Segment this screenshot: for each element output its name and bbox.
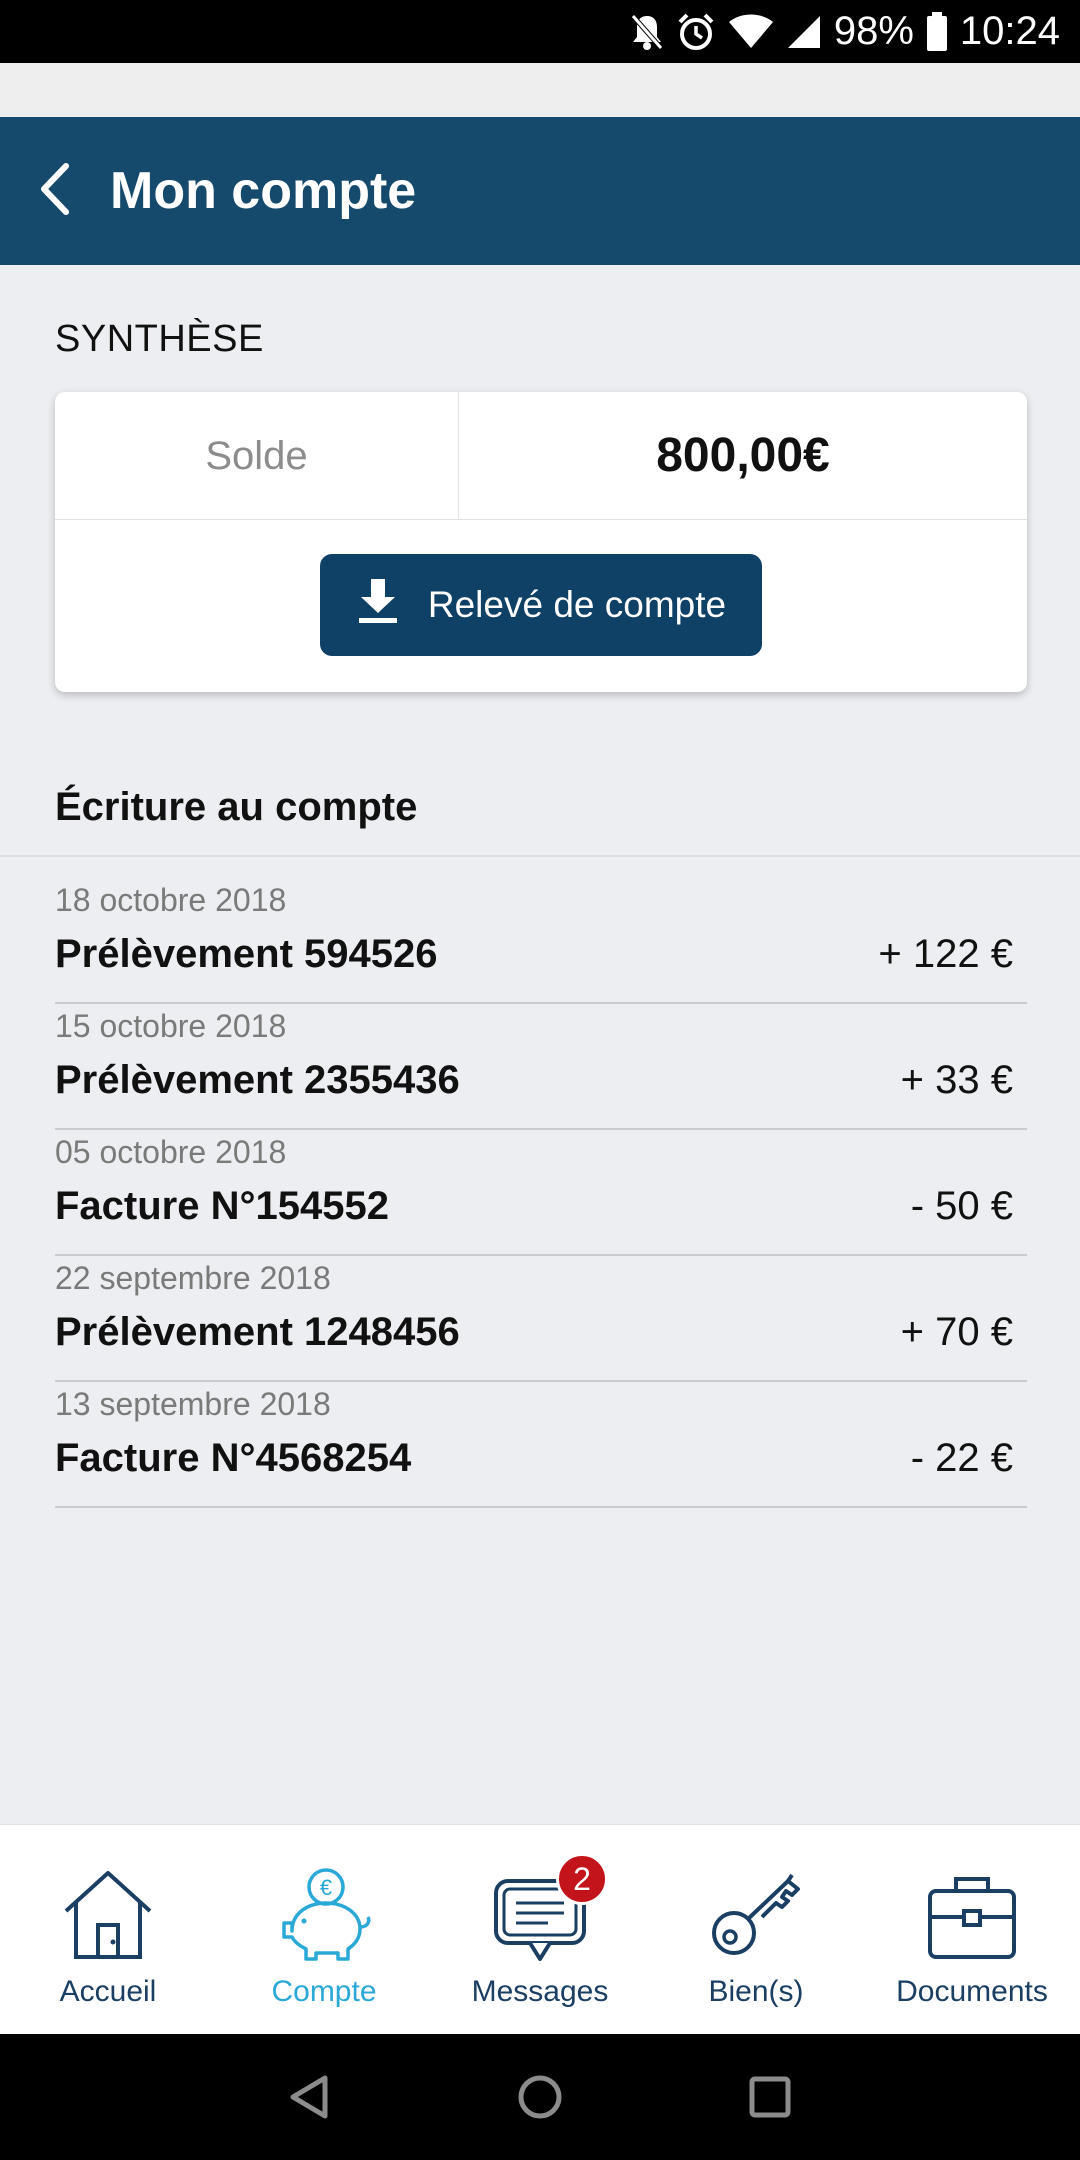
nav-item-accueil[interactable]: Accueil (0, 1825, 216, 2034)
nav-item-messages[interactable]: 2 Messages (432, 1825, 648, 2034)
signal-icon (786, 14, 822, 50)
entry-amount: + 33 € (900, 1058, 1013, 1102)
list-item[interactable]: 18 octobre 2018 Prélèvement 594526 + 122… (55, 878, 1027, 1004)
entry-label: Facture N°4568254 (55, 1436, 412, 1480)
synthese-title: SYNTHÈSE (55, 318, 264, 360)
notifications-off-icon (630, 13, 664, 51)
entry-amount: + 122 € (878, 932, 1013, 976)
nav-item-biens[interactable]: Bien(s) (648, 1825, 864, 2034)
entry-label: Prélèvement 2355436 (55, 1058, 460, 1102)
svg-text:€: € (320, 1875, 332, 1900)
summary-card: Solde 800,00€ Relevé de compte (55, 392, 1027, 692)
entry-date: 22 septembre 2018 (55, 1260, 331, 1296)
house-icon (53, 1865, 163, 1965)
status-bar: 98% 10:24 (0, 0, 1080, 63)
statement-button-label: Relevé de compte (427, 584, 727, 625)
entry-amount: - 50 € (910, 1184, 1013, 1228)
battery-percent: 98% (833, 9, 914, 53)
list-item[interactable]: 15 octobre 2018 Prélèvement 2355436 + 33… (55, 1004, 1027, 1130)
entry-label: Prélèvement 594526 (55, 932, 438, 976)
battery-icon (926, 11, 948, 52)
balance-row: Solde 800,00€ (55, 392, 1027, 520)
nav-item-documents[interactable]: Documents (864, 1825, 1080, 2034)
list-item[interactable]: 13 septembre 2018 Facture N°4568254 - 22… (55, 1382, 1027, 1508)
chevron-left-icon (38, 162, 72, 221)
status-spacer (0, 63, 1080, 117)
status-icons: 98% 10:24 (630, 0, 1060, 63)
balance-label: Solde (55, 392, 459, 520)
system-home-button[interactable] (500, 2057, 580, 2137)
nav-label: Accueil (59, 1975, 157, 2008)
system-nav-bar (0, 2034, 1080, 2160)
entry-label: Prélèvement 1248456 (55, 1310, 460, 1354)
entry-date: 05 octobre 2018 (55, 1134, 287, 1170)
entry-date: 18 octobre 2018 (55, 882, 287, 918)
system-back-button[interactable] (270, 2057, 350, 2137)
entry-date: 15 octobre 2018 (55, 1008, 287, 1044)
entry-date: 13 septembre 2018 (55, 1386, 331, 1422)
system-recents-button[interactable] (730, 2057, 810, 2137)
nav-label: Documents (896, 1975, 1048, 2008)
divider (0, 855, 1080, 857)
entry-amount: - 22 € (910, 1436, 1013, 1480)
nav-label: Compte (271, 1975, 377, 2008)
alarm-icon (676, 12, 716, 52)
statement-download-button[interactable]: Relevé de compte (320, 554, 762, 656)
briefcase-icon (917, 1865, 1027, 1965)
list-item[interactable]: 22 septembre 2018 Prélèvement 1248456 + … (55, 1256, 1027, 1382)
nav-label: Bien(s) (708, 1975, 804, 2008)
bottom-nav: Accueil € Compte 2 Messages Bien(s) Docu… (0, 1824, 1080, 2034)
piggy-bank-icon: € (269, 1865, 379, 1965)
app-header: Mon compte (0, 117, 1080, 265)
balance-value: 800,00€ (656, 429, 830, 482)
list-item[interactable]: 05 octobre 2018 Facture N°154552 - 50 € (55, 1130, 1027, 1256)
clock: 10:24 (959, 9, 1060, 53)
download-icon (356, 577, 400, 634)
nav-item-compte[interactable]: € Compte (216, 1825, 432, 2034)
entries-title: Écriture au compte (55, 785, 418, 829)
entry-label: Facture N°154552 (55, 1184, 389, 1228)
page-title: Mon compte (110, 162, 417, 220)
nav-label: Messages (471, 1975, 609, 2008)
wifi-icon (728, 14, 774, 50)
entry-amount: + 70 € (900, 1310, 1013, 1354)
key-icon (701, 1865, 811, 1965)
back-button[interactable] (0, 117, 110, 265)
messages-badge: 2 (556, 1853, 608, 1905)
entries-list: 18 octobre 2018 Prélèvement 594526 + 122… (55, 878, 1027, 1508)
